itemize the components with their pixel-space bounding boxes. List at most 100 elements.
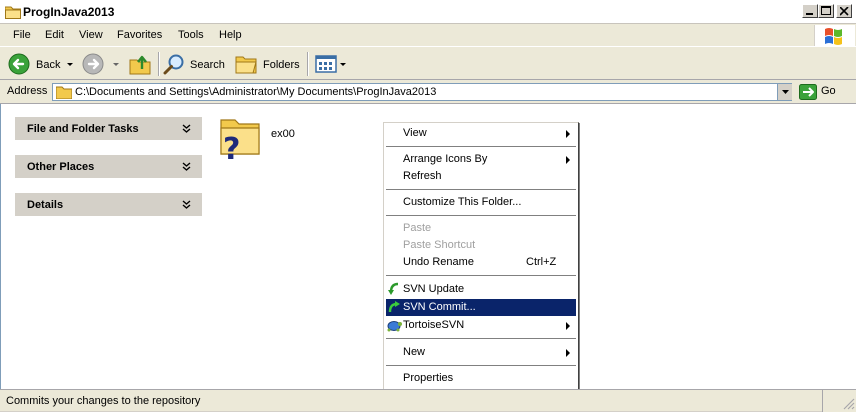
chevron-down-icon: [782, 90, 789, 94]
menu-item-view[interactable]: View: [386, 125, 576, 142]
svn-update-icon: [388, 282, 399, 295]
folder-item-ex00[interactable]: ? ex00: [217, 114, 307, 164]
menu-separator: [386, 146, 576, 148]
toolbar-separator: [307, 52, 309, 76]
resize-grip-icon: [843, 398, 855, 410]
menu-separator: [386, 189, 576, 191]
menu-item-properties[interactable]: Properties: [386, 370, 576, 387]
address-dropdown-button[interactable]: [777, 84, 792, 100]
search-label: Search: [190, 59, 225, 71]
menu-item-undo-rename[interactable]: Undo Rename Ctrl+Z: [386, 254, 576, 271]
task-panel-title: Details: [27, 199, 64, 211]
maximize-button[interactable]: [818, 4, 834, 18]
close-icon: [840, 7, 849, 16]
menu-bar: File Edit View Favorites Tools Help: [0, 24, 856, 46]
svg-text:?: ?: [223, 132, 240, 162]
menu-edit[interactable]: Edit: [45, 29, 64, 41]
status-text: Commits your changes to the repository: [6, 395, 201, 407]
folder-icon: [5, 6, 21, 19]
views-button[interactable]: [313, 51, 349, 77]
menu-item-svn-commit[interactable]: SVN Commit...: [386, 299, 576, 316]
menu-item-customize-folder[interactable]: Customize This Folder...: [386, 194, 576, 211]
close-button[interactable]: [836, 4, 852, 18]
menu-item-label: New: [403, 346, 426, 358]
context-menu: View Arrange Icons By Refresh Customize …: [383, 122, 579, 390]
menu-item-label: SVN Commit...: [403, 301, 476, 313]
windows-logo: [814, 25, 855, 47]
menu-item-paste: Paste: [386, 220, 576, 237]
minimize-button[interactable]: [802, 4, 818, 18]
address-path: C:\Documents and Settings\Administrator\…: [75, 86, 437, 98]
menu-separator: [386, 215, 576, 217]
submenu-arrow-icon: [566, 322, 570, 330]
menu-item-label: Properties: [403, 372, 454, 384]
address-input[interactable]: C:\Documents and Settings\Administrator\…: [52, 83, 792, 101]
submenu-arrow-icon: [566, 130, 570, 138]
svn-commit-icon: [388, 301, 400, 313]
chevron-down-icon[interactable]: [67, 63, 73, 67]
menu-item-shortcut: Ctrl+Z: [526, 256, 557, 268]
menu-item-label: Customize This Folder...: [403, 196, 522, 208]
menu-item-label: SVN Update: [403, 283, 465, 295]
title-bar[interactable]: ProgInJava2013: [0, 0, 856, 24]
maximize-icon: [821, 6, 831, 15]
submenu-arrow-icon: [566, 349, 570, 357]
menu-separator: [386, 365, 576, 367]
chevron-down-icon[interactable]: [113, 63, 119, 67]
up-folder-icon: [129, 55, 151, 75]
folders-button[interactable]: Folders: [233, 51, 303, 77]
task-panel-title: Other Places: [27, 161, 95, 173]
menu-view[interactable]: View: [79, 29, 103, 41]
chevron-double-down-icon[interactable]: [182, 162, 191, 171]
back-button[interactable]: Back: [6, 51, 76, 77]
menu-item-refresh[interactable]: Refresh: [386, 168, 576, 185]
windows-flag-icon: [825, 28, 842, 45]
menu-item-label: View: [403, 127, 427, 139]
search-icon: [163, 54, 184, 75]
task-panel-other-places[interactable]: Other Places: [15, 155, 202, 178]
back-label: Back: [36, 59, 61, 71]
task-panel-details[interactable]: Details: [15, 193, 202, 216]
resize-grip[interactable]: [822, 390, 856, 412]
svn-conflicted-folder-icon: ?: [220, 119, 260, 162]
chevron-down-icon[interactable]: [340, 63, 346, 67]
menu-item-label: Paste Shortcut: [403, 239, 476, 251]
back-arrow-icon: [8, 53, 30, 75]
task-panel-title: File and Folder Tasks: [27, 123, 139, 135]
folders-icon: [235, 56, 257, 74]
menu-item-arrange-icons-by[interactable]: Arrange Icons By: [386, 151, 576, 168]
menu-separator: [386, 275, 576, 277]
menu-item-label: Refresh: [403, 170, 442, 182]
go-label: Go: [821, 85, 836, 97]
menu-item-tortoisesvn[interactable]: TortoiseSVN: [386, 317, 576, 334]
menu-file[interactable]: File: [13, 29, 31, 41]
chevron-double-down-icon[interactable]: [182, 124, 191, 133]
menu-tools[interactable]: Tools: [178, 29, 204, 41]
forward-button[interactable]: [80, 51, 122, 77]
menu-item-label: Arrange Icons By: [403, 153, 488, 165]
go-arrow-icon: [799, 84, 817, 100]
toolbar-separator: [158, 52, 160, 76]
menu-item-label: Undo Rename: [403, 256, 474, 268]
address-bar: Address C:\Documents and Settings\Admini…: [0, 80, 856, 104]
minimize-icon: [806, 13, 813, 15]
status-bar: Commits your changes to the repository: [0, 389, 856, 412]
menu-item-svn-update[interactable]: SVN Update: [386, 281, 576, 298]
search-button[interactable]: Search: [162, 51, 228, 77]
forward-arrow-icon: [82, 53, 104, 75]
menu-separator: [386, 338, 576, 340]
folder-name: ex00: [271, 128, 295, 140]
folders-label: Folders: [263, 59, 300, 71]
menu-help[interactable]: Help: [219, 29, 242, 41]
toolbar: Back Search Folders: [0, 46, 856, 80]
address-label: Address: [7, 85, 48, 97]
menu-favorites[interactable]: Favorites: [117, 29, 162, 41]
menu-item-label: TortoiseSVN: [403, 319, 465, 331]
chevron-double-down-icon[interactable]: [182, 200, 191, 209]
menu-item-label: Paste: [403, 222, 432, 234]
menu-item-new[interactable]: New: [386, 344, 576, 361]
task-panel-file-folder-tasks[interactable]: File and Folder Tasks: [15, 117, 202, 140]
views-icon: [315, 55, 337, 73]
up-folder-button[interactable]: [127, 51, 153, 77]
folder-icon: [56, 86, 72, 99]
